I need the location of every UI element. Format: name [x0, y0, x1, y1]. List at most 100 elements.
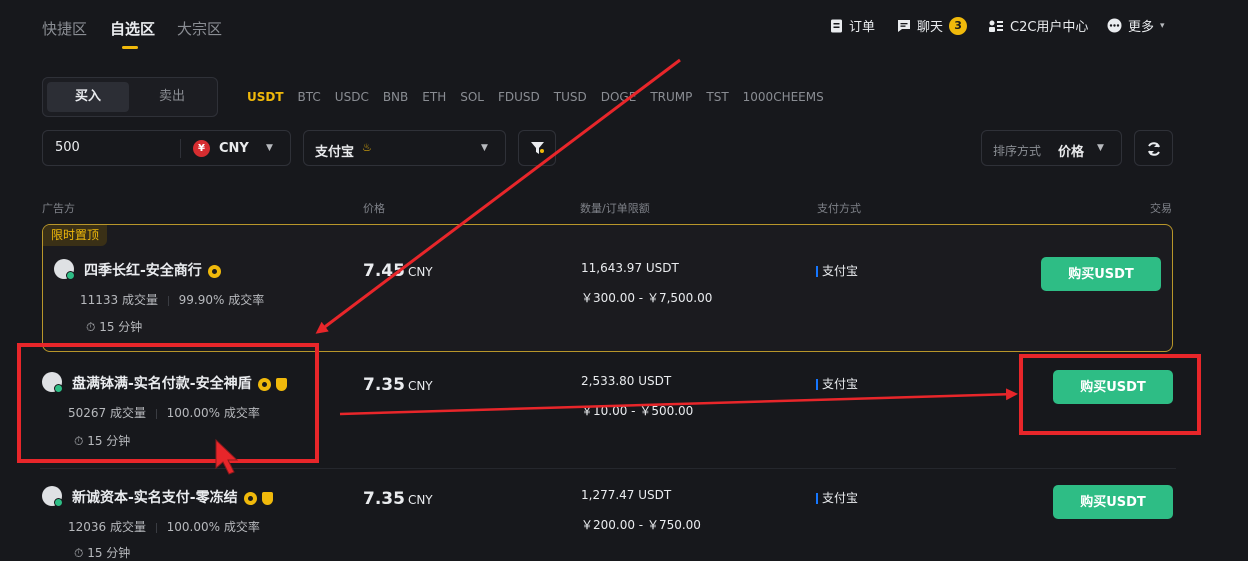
payment-filter[interactable]: 支付宝 ♨ ▼	[303, 130, 506, 166]
timer-icon: ⏱	[74, 546, 84, 560]
ad-price: 7.35 CNY	[363, 489, 433, 509]
completion-rate: 100.00% 成交率	[166, 520, 260, 534]
payment-indicator	[816, 379, 818, 390]
col-payment: 支付方式	[817, 202, 861, 215]
order-limit: ￥10.00 - ￥500.00	[581, 404, 694, 418]
pay-time-value: 15 分钟	[87, 546, 131, 560]
tab-block-zone[interactable]: 大宗区	[177, 18, 222, 39]
promo-tag: 限时置顶	[43, 225, 107, 246]
payment-chevron-down-icon: ▼	[481, 143, 488, 153]
available-amount: 1,277.47 USDT	[581, 488, 672, 502]
refresh-button[interactable]	[1134, 130, 1173, 166]
buy-usdt-button[interactable]: 购买USDT	[1053, 485, 1173, 519]
pay-time: ⏱ 15 分钟	[86, 318, 142, 335]
tab-custom-zone[interactable]: 自选区	[110, 18, 155, 39]
merchant-stats: 50267 成交量 100.00% 成交率	[68, 404, 260, 421]
col-trade: 交易	[1150, 202, 1172, 215]
available-amount: 11,643.97 USDT	[581, 261, 679, 275]
merchant-stats: 11133 成交量 99.90% 成交率	[80, 291, 264, 308]
refresh-icon	[1148, 142, 1160, 156]
payment-method: 支付宝	[816, 262, 858, 279]
sort-label: 排序方式	[993, 144, 1042, 158]
coin-tab-bnb[interactable]: BNB	[383, 90, 408, 104]
order-count: 12036 成交量	[68, 520, 146, 534]
user-center-icon	[989, 20, 1003, 32]
chat-label: 聊天	[917, 20, 944, 35]
payment-indicator	[816, 266, 818, 277]
fiat-chevron-down-icon[interactable]: ▼	[266, 143, 273, 153]
merchant-name-row[interactable]: 盘满钵满-实名付款-安全神盾	[72, 373, 287, 393]
coin-tab-eth[interactable]: ETH	[422, 90, 446, 104]
price-currency: CNY	[407, 265, 433, 279]
amount-filter: ¥ CNY ▼	[42, 130, 291, 166]
orders-icon	[831, 19, 842, 32]
merchant-avatar[interactable]	[54, 259, 75, 280]
payment-method-label: 支付宝	[822, 264, 859, 278]
coin-tab-usdc[interactable]: USDC	[335, 90, 369, 104]
chat-icon	[898, 19, 910, 32]
pay-time-value: 15 分钟	[87, 434, 131, 448]
chat-link[interactable]: 聊天 3	[897, 16, 968, 35]
verified-badge-icon	[207, 264, 221, 278]
buy-toggle-button[interactable]: 买入	[47, 82, 129, 112]
amount-input[interactable]	[53, 139, 177, 156]
merchant-avatar[interactable]	[42, 486, 63, 507]
cny-currency-icon: ¥	[193, 140, 210, 157]
order-limit: ￥200.00 - ￥750.00	[581, 518, 701, 532]
coin-tab-1000cheems[interactable]: 1000CHEEMS	[743, 90, 824, 104]
sort-chevron-down-icon: ▼	[1097, 143, 1104, 153]
fire-icon: ♨	[362, 141, 372, 154]
sort-select[interactable]: 排序方式 价格 ▼	[981, 130, 1122, 166]
price-currency: CNY	[407, 493, 433, 507]
price-currency: CNY	[407, 379, 433, 393]
coin-tab-trump[interactable]: TRUMP	[650, 90, 692, 104]
coin-tab-tst[interactable]: TST	[706, 90, 728, 104]
orders-link[interactable]: 订单	[830, 16, 875, 35]
coin-selector: USDT BTC USDC BNB ETH SOL FDUSD TUSD DOG…	[247, 90, 824, 104]
pay-time-value: 15 分钟	[99, 320, 143, 334]
col-advertiser: 广告方	[42, 202, 75, 215]
merchant-name: 新诚资本-实名支付-零冻结	[72, 490, 238, 506]
more-icon	[1107, 18, 1122, 33]
filter-button[interactable]	[518, 130, 556, 166]
coin-tab-fdusd[interactable]: FDUSD	[498, 90, 540, 104]
buy-usdt-button[interactable]: 购买USDT	[1041, 257, 1161, 291]
coin-tab-sol[interactable]: SOL	[460, 90, 484, 104]
payment-select-value: 支付宝	[315, 145, 355, 160]
coin-tab-tusd[interactable]: TUSD	[554, 90, 587, 104]
coin-tab-doge[interactable]: DOGE	[601, 90, 637, 104]
price-value: 7.35	[363, 375, 405, 395]
row-divider	[40, 468, 1176, 469]
col-price: 价格	[363, 202, 385, 215]
pay-time: ⏱ 15 分钟	[74, 432, 130, 449]
completion-rate: 99.90% 成交率	[178, 293, 265, 307]
available-amount: 2,533.80 USDT	[581, 374, 672, 388]
order-count: 50267 成交量	[68, 406, 146, 420]
completion-rate: 100.00% 成交率	[166, 406, 260, 420]
merchant-avatar[interactable]	[42, 372, 63, 393]
pay-time: ⏱ 15 分钟	[74, 544, 130, 561]
verified-badge-icon	[257, 377, 271, 391]
coin-tab-btc[interactable]: BTC	[298, 90, 321, 104]
c2c-center-link[interactable]: C2C用户中心	[988, 16, 1088, 35]
timer-icon: ⏱	[74, 434, 84, 448]
payment-method-label: 支付宝	[822, 491, 859, 505]
merchant-name-row[interactable]: 新诚资本-实名支付-零冻结	[72, 487, 273, 507]
shield-icon	[261, 491, 273, 505]
merchant-name-row[interactable]: 四季长红-安全商行	[84, 260, 221, 280]
price-value: 7.45	[363, 261, 405, 281]
more-menu[interactable]: 更多 ▾	[1107, 16, 1165, 35]
price-value: 7.35	[363, 489, 405, 509]
coin-tab-usdt[interactable]: USDT	[247, 90, 284, 104]
col-limits: 数量/订单限额	[580, 202, 650, 215]
sell-toggle-button[interactable]: 卖出	[131, 82, 213, 112]
buy-usdt-button[interactable]: 购买USDT	[1053, 370, 1173, 404]
merchant-name: 四季长红-安全商行	[84, 263, 202, 279]
buy-sell-toggle: 买入 卖出	[42, 77, 218, 117]
fiat-select-value[interactable]: CNY	[219, 141, 249, 156]
timer-icon: ⏱	[86, 320, 96, 334]
chat-count-badge: 3	[949, 16, 968, 35]
sort-value: 价格	[1058, 145, 1085, 160]
tab-quick-zone[interactable]: 快捷区	[42, 18, 87, 39]
amount-divider	[180, 139, 181, 158]
